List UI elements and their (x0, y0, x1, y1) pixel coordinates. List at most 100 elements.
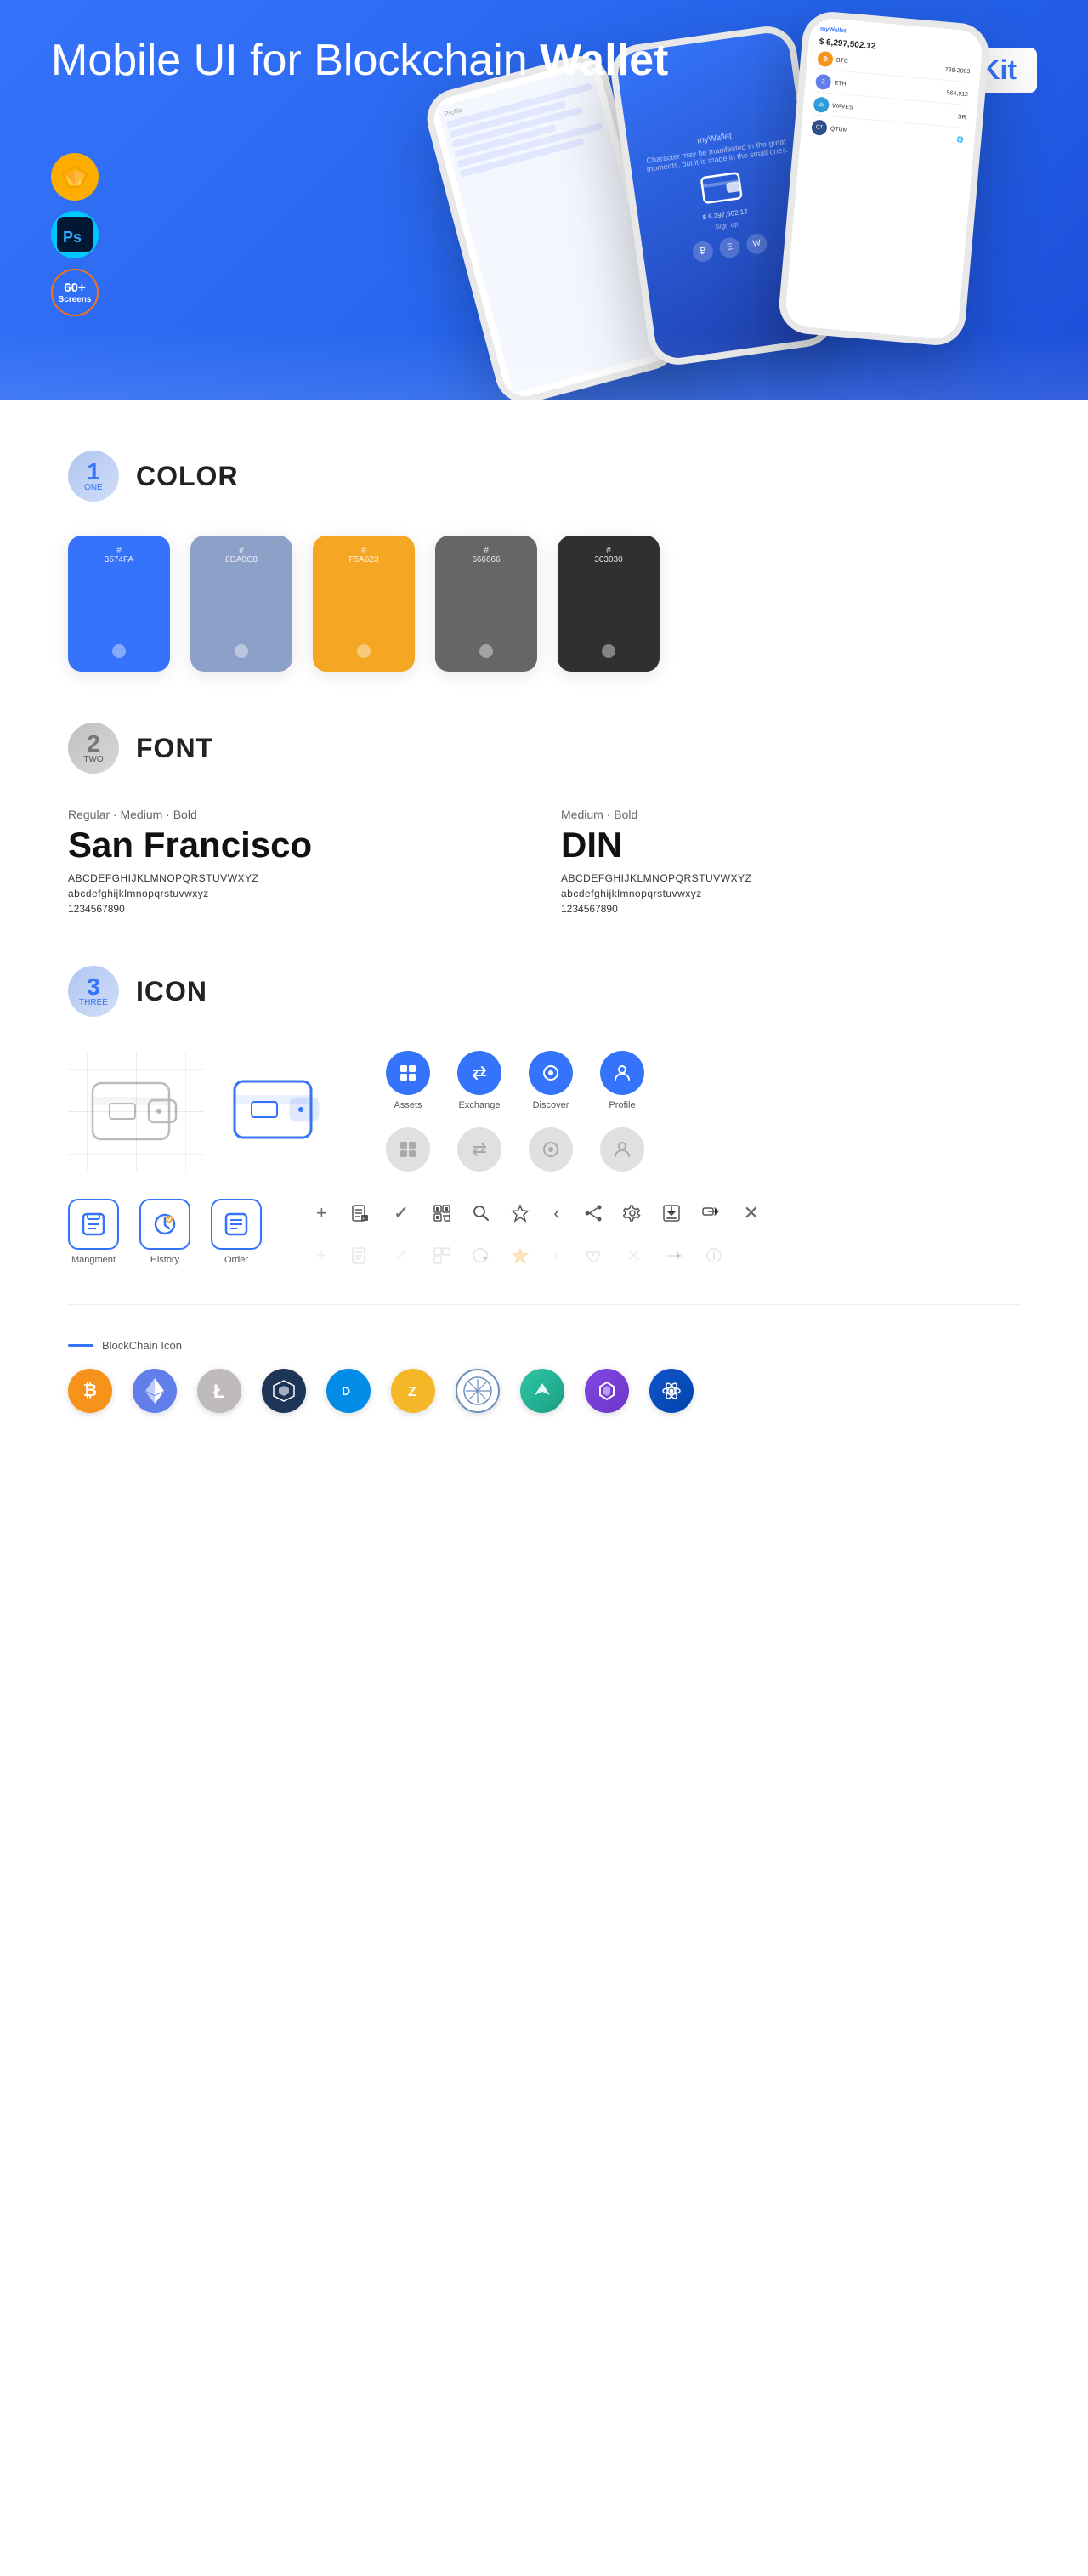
nav-profile-active: Profile (600, 1051, 644, 1110)
blockchain-label-text: BlockChain Icon (102, 1339, 182, 1352)
history-icon[interactable] (139, 1199, 190, 1250)
order-label: Order (224, 1255, 248, 1265)
close-icon[interactable]: ✕ (740, 1199, 762, 1228)
font-number-badge: 2 TWO (68, 723, 119, 774)
crypto-iota[interactable] (456, 1369, 500, 1413)
font-din-lowercase: abcdefghijklmnopqrstuvwxyz (561, 888, 1020, 899)
phone-3: myWallet $ 6,297,502.12 ₿ BTC 738-2003 Ξ… (777, 9, 991, 348)
swatch-blue: #3574FA (68, 536, 170, 672)
order-icon[interactable] (211, 1199, 262, 1250)
color-section: 1 ONE COLOR #3574FA #8DA0C8 #F5A623 #666… (68, 451, 1020, 672)
exchange-icon-active[interactable] (457, 1051, 502, 1095)
font-sf-numbers: 1234567890 (68, 903, 527, 915)
x-icon-ghost: ✕ (623, 1241, 645, 1270)
swatch-dot (357, 644, 371, 658)
exchange-label: Exchange (459, 1100, 501, 1110)
svg-text:Z: Z (408, 1385, 416, 1399)
font-section-title: FONT (136, 733, 213, 764)
icon-section-header: 3 THREE ICON (68, 966, 1020, 1017)
wallet-icons-row: Assets Exchange (68, 1051, 1020, 1172)
svg-text:+: + (362, 1217, 365, 1222)
wallet-filled-icon (231, 1071, 325, 1152)
color-badge-sub: ONE (84, 484, 103, 492)
font-din-numbers: 1234567890 (561, 903, 1020, 915)
plus-icon-ghost: + (313, 1241, 331, 1270)
font-section: 2 TWO FONT Regular · Medium · Bold San F… (68, 723, 1020, 915)
svg-text:Ł: Ł (213, 1381, 224, 1402)
swatch-dot (479, 644, 493, 658)
icon-badge-sub: THREE (79, 999, 108, 1007)
nav-icons-col: Assets Exchange (386, 1051, 644, 1172)
chevron-left-ghost: ‹ (550, 1241, 563, 1270)
font-din-weight: Medium · Bold (561, 808, 1020, 821)
exchange-icon-inactive[interactable] (457, 1127, 502, 1172)
main-content: 1 ONE COLOR #3574FA #8DA0C8 #F5A623 #666… (0, 400, 1088, 1515)
plus-icon[interactable]: + (313, 1199, 331, 1228)
management-icon[interactable] (68, 1199, 119, 1250)
qr-icon-ghost (433, 1246, 451, 1265)
crypto-dash[interactable]: D (326, 1369, 371, 1413)
swatch-orange: #F5A623 (313, 536, 415, 672)
qr-icon[interactable] (433, 1204, 451, 1223)
crypto-icons-row: ₿ Ł (68, 1369, 1020, 1413)
nav-exchange-active: Exchange (457, 1051, 502, 1110)
swatch-gray: #666666 (435, 536, 537, 672)
assets-label: Assets (394, 1100, 422, 1110)
blockchain-line (68, 1344, 94, 1347)
chevron-left-icon[interactable]: ‹ (550, 1199, 563, 1228)
profile-label: Profile (609, 1100, 635, 1110)
assets-icon-inactive[interactable] (386, 1127, 430, 1172)
misc-icons-row2: + ✓ ‹ ✕ (313, 1241, 762, 1270)
nav-discover-active: Discover (529, 1051, 573, 1110)
screens-count: 60+ (64, 281, 85, 295)
icon-section-title: ICON (136, 976, 207, 1007)
crypto-other[interactable] (649, 1369, 694, 1413)
download-icon[interactable] (662, 1204, 681, 1223)
swatch-dot (235, 644, 248, 658)
misc-icons-section: + + ✓ ‹ ✕ + ✓ (313, 1199, 762, 1270)
discover-icon-active[interactable] (529, 1051, 573, 1095)
star-icon-ghost (511, 1246, 530, 1265)
star-icon[interactable] (511, 1204, 530, 1223)
crypto-ardor[interactable] (520, 1369, 564, 1413)
font-section-header: 2 TWO FONT (68, 723, 1020, 774)
share-icon[interactable] (584, 1204, 603, 1223)
discover-label: Discover (533, 1100, 570, 1110)
search-icon[interactable] (472, 1204, 490, 1223)
crypto-bitcoin[interactable]: ₿ (68, 1369, 112, 1413)
hero-section: Mobile UI for Blockchain Wallet UI Kit P… (0, 0, 1088, 400)
font-din-uppercase: ABCDEFGHIJKLMNOPQRSTUVWXYZ (561, 872, 1020, 884)
discover-icon-inactive[interactable] (529, 1127, 573, 1172)
svg-text:Ps: Ps (63, 229, 82, 246)
crypto-ethereum[interactable] (133, 1369, 177, 1413)
hero-title: Mobile UI for Blockchain Wallet (51, 34, 668, 87)
hero-text: Mobile UI for Blockchain Wallet (51, 34, 668, 87)
management-label: Mangment (71, 1255, 116, 1265)
profile-icon-inactive[interactable] (600, 1127, 644, 1172)
hero-title-text: Mobile UI for Blockchain (51, 36, 540, 85)
wallet-filled-svg (231, 1071, 325, 1148)
sketch-badge (51, 153, 99, 201)
crypto-waves[interactable] (262, 1369, 306, 1413)
hero-title-bold: Wallet (540, 36, 668, 85)
font-sf-lowercase: abcdefghijklmnopqrstuvwxyz (68, 888, 527, 899)
svg-text:D: D (342, 1384, 350, 1398)
doc-icon[interactable]: + (351, 1204, 370, 1223)
check-icon[interactable]: ✓ (390, 1199, 412, 1228)
swatch-dot (112, 644, 126, 658)
color-section-header: 1 ONE COLOR (68, 451, 1020, 502)
wallet-guide-icon (68, 1052, 204, 1171)
settings-icon[interactable] (623, 1204, 642, 1223)
swap-icon[interactable] (701, 1204, 720, 1223)
profile-icon-active[interactable] (600, 1051, 644, 1095)
font-badge-sub: TWO (83, 756, 103, 764)
app-icons-section: Mangment History (68, 1199, 1020, 1270)
crypto-litecoin[interactable]: Ł (197, 1369, 241, 1413)
swatch-dot (602, 644, 615, 658)
font-din: Medium · Bold DIN ABCDEFGHIJKLMNOPQRSTUV… (561, 808, 1020, 915)
assets-icon-active[interactable] (386, 1051, 430, 1095)
refresh-icon-ghost (472, 1246, 490, 1265)
crypto-zcash[interactable]: Z (391, 1369, 435, 1413)
doc-icon-ghost (351, 1246, 370, 1265)
crypto-matic[interactable] (585, 1369, 629, 1413)
